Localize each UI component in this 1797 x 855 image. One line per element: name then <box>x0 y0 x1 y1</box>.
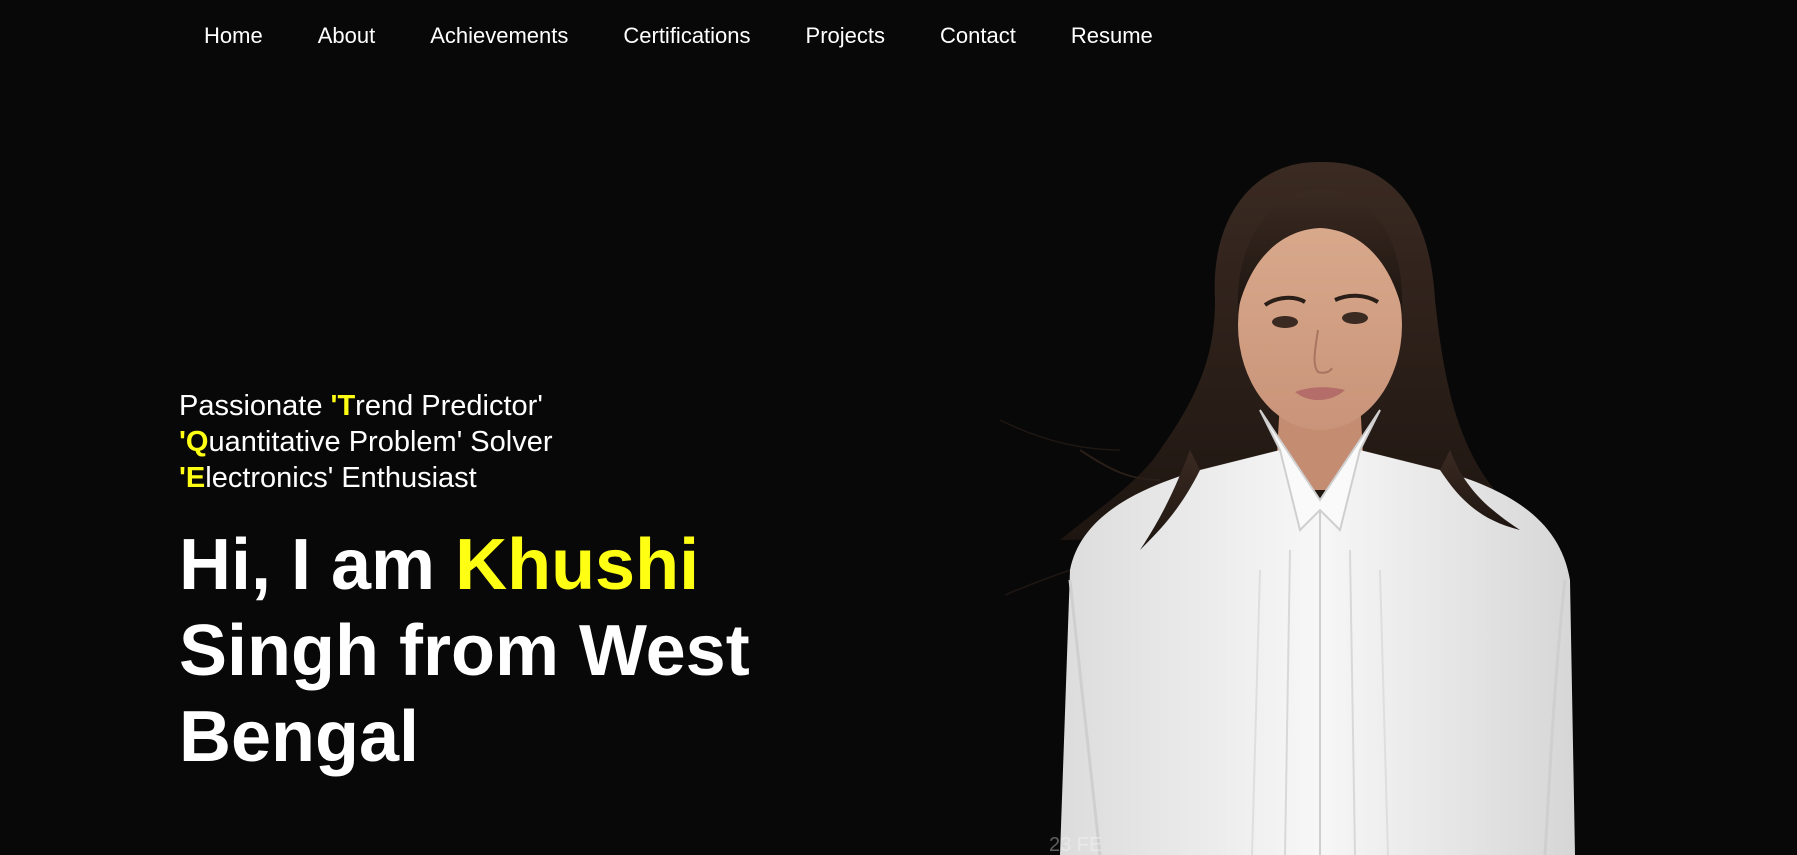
nav-resume[interactable]: Resume <box>1071 22 1153 50</box>
tagline-3-highlight: 'E <box>179 462 206 494</box>
nav-about[interactable]: About <box>318 22 376 50</box>
top-nav: Home About Achievements Certifications P… <box>204 22 1208 50</box>
hero-headline: Hi, I am Khushi Singh from West Bengal <box>179 522 839 780</box>
portrait-watermark: 23 FE <box>1049 834 1103 855</box>
nav-contact[interactable]: Contact <box>940 22 1016 50</box>
nav-projects[interactable]: Projects <box>806 22 885 50</box>
headline-name: Khushi <box>455 525 700 605</box>
nav-achievements[interactable]: Achievements <box>430 22 568 50</box>
headline-greeting: Hi, I am <box>179 525 456 605</box>
tagline-1-highlight: 'T <box>330 390 356 422</box>
tagline-1-prefix: Passionate <box>179 390 331 422</box>
tagline-3-suffix: lectronics' Enthusiast <box>205 462 477 494</box>
tagline-2-suffix: uantitative Problem' Solver <box>208 426 553 458</box>
portfolio-page: Home About Achievements Certifications P… <box>0 0 1797 855</box>
headline-rest: Singh from West Bengal <box>179 611 750 777</box>
tagline-problem-solver: 'Quantitative Problem' Solver <box>179 424 553 460</box>
tagline-2-highlight: 'Q <box>179 426 209 458</box>
hero-taglines: Passionate 'Trend Predictor' 'Quantitati… <box>179 388 553 496</box>
portrait-illustration <box>999 161 1575 855</box>
profile-portrait <box>960 150 1680 855</box>
nav-home[interactable]: Home <box>204 22 263 50</box>
nav-certifications[interactable]: Certifications <box>623 22 750 50</box>
tagline-1-suffix: rend Predictor' <box>355 390 543 422</box>
tagline-trend-predictor: Passionate 'Trend Predictor' <box>179 388 553 424</box>
tagline-electronics-enthusiast: 'Electronics' Enthusiast <box>179 460 553 496</box>
